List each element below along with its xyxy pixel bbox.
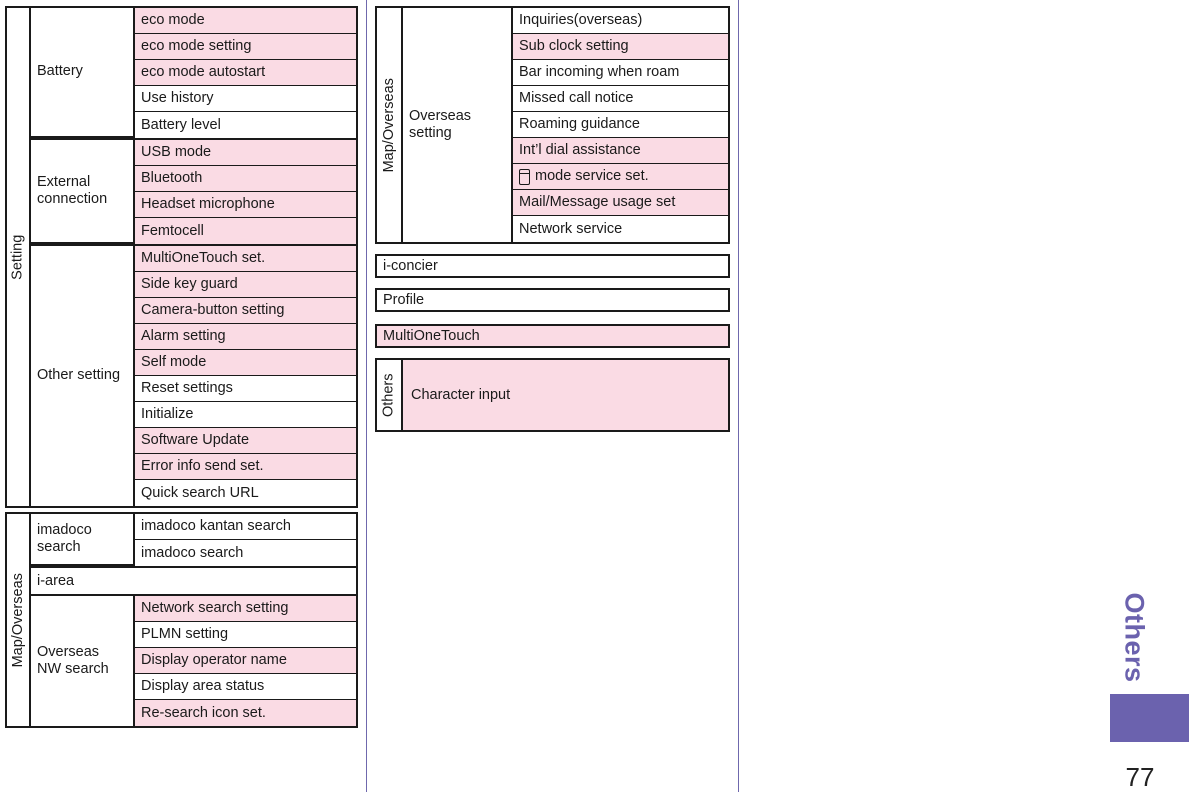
group-label-overseas-nw-search: Overseas NW search xyxy=(31,596,135,726)
table-row[interactable]: eco mode autostart xyxy=(135,60,356,86)
table-row[interactable]: Network search setting xyxy=(135,596,356,622)
table-row[interactable]: Inquiries(overseas) xyxy=(513,8,728,34)
table-row[interactable]: Display operator name xyxy=(135,648,356,674)
table-row[interactable]: Side key guard xyxy=(135,272,356,298)
column-rule-left xyxy=(366,0,367,792)
table-group-overseas-nw-search: Overseas NW search Network search settin… xyxy=(31,596,356,726)
table-group-external-connection: External connection USB mode Bluetooth H… xyxy=(31,140,356,246)
table-row[interactable]: Roaming guidance xyxy=(513,112,728,138)
chapter-label-map-overseas-text: Map/Overseas xyxy=(9,572,26,668)
group-label-other-setting: Other setting xyxy=(31,246,135,506)
table-row[interactable]: Error info send set. xyxy=(135,454,356,480)
table-row[interactable]: imadoco kantan search xyxy=(135,514,356,540)
chapter-label-others: Others xyxy=(377,360,403,430)
table-row-i-area[interactable]: i-area xyxy=(31,568,356,596)
chapter-label-map-overseas-right-text: Map/Overseas xyxy=(380,77,397,173)
table-row[interactable]: eco mode xyxy=(135,8,356,34)
table-group-imadoco-search: imadoco search imadoco kantan search ima… xyxy=(31,514,356,568)
chapter-label-setting-text: Setting xyxy=(9,234,26,280)
others-table: Others Character input xyxy=(375,358,730,432)
margin-chapter-tab xyxy=(1110,694,1189,742)
table-row[interactable]: Battery level xyxy=(135,112,356,138)
table-row-profile[interactable]: Profile xyxy=(375,288,730,312)
table-row[interactable]: Sub clock setting xyxy=(513,34,728,60)
table-row[interactable]: eco mode setting xyxy=(135,34,356,60)
group-label-imadoco-search: imadoco search xyxy=(31,514,135,566)
table-row[interactable]: Network service xyxy=(513,216,728,242)
table-row-multionetouch[interactable]: MultiOneTouch xyxy=(375,324,730,348)
table-row[interactable]: Bluetooth xyxy=(135,166,356,192)
overseas-setting-table: Map/Overseas Overseas setting Inquiries(… xyxy=(375,6,730,244)
table-row-label: mode service set. xyxy=(535,168,649,185)
table-group-other-setting: Other setting MultiOneTouch set. Side ke… xyxy=(31,246,356,506)
chapter-label-setting: Setting xyxy=(7,8,31,506)
page-number: 77 xyxy=(1125,762,1155,792)
table-row[interactable]: Int’l dial assistance xyxy=(513,138,728,164)
table-row[interactable]: Bar incoming when roam xyxy=(513,60,728,86)
table-row[interactable]: MultiOneTouch set. xyxy=(135,246,356,272)
column-rule-right xyxy=(738,0,739,792)
table-row[interactable]: imadoco search xyxy=(135,540,356,566)
table-row[interactable]: Reset settings xyxy=(135,376,356,402)
table-row[interactable]: Software Update xyxy=(135,428,356,454)
table-row[interactable]: Initialize xyxy=(135,402,356,428)
imode-icon xyxy=(518,168,531,185)
table-row[interactable]: PLMN setting xyxy=(135,622,356,648)
table-row-i-concier[interactable]: i-concier xyxy=(375,254,730,278)
table-row[interactable]: Missed call notice xyxy=(513,86,728,112)
table-row[interactable]: Use history xyxy=(135,86,356,112)
table-row[interactable]: Re-search icon set. xyxy=(135,700,356,726)
chapter-label-others-text: Others xyxy=(380,373,397,417)
table-row[interactable]: USB mode xyxy=(135,140,356,166)
chapter-label-map-overseas: Map/Overseas xyxy=(7,514,31,726)
table-row[interactable]: Alarm setting xyxy=(135,324,356,350)
table-row[interactable]: Headset microphone xyxy=(135,192,356,218)
margin-chapter-label: Others xyxy=(1104,582,1164,692)
group-label-overseas-setting: Overseas setting xyxy=(403,8,513,242)
table-row[interactable]: Femtocell xyxy=(135,218,356,244)
table-row-label: i-area xyxy=(31,568,356,594)
table-row[interactable]: Display area status xyxy=(135,674,356,700)
overseas-setting-rows: Inquiries(overseas) Sub clock setting Ba… xyxy=(513,8,728,242)
map-overseas-table: Map/Overseas imadoco search imadoco kant… xyxy=(5,512,358,728)
table-row[interactable]: Mail/Message usage set xyxy=(513,190,728,216)
setting-table: Setting Battery eco mode eco mode settin… xyxy=(5,6,358,508)
setting-table-body: Battery eco mode eco mode setting eco mo… xyxy=(31,8,356,506)
table-row[interactable]: Camera-button setting xyxy=(135,298,356,324)
table-row[interactable]: Self mode xyxy=(135,350,356,376)
group-label-external-connection: External connection xyxy=(31,140,135,244)
table-row[interactable]: Quick search URL xyxy=(135,480,356,506)
table-group-battery: Battery eco mode eco mode setting eco mo… xyxy=(31,8,356,140)
group-label-battery: Battery xyxy=(31,8,135,138)
map-overseas-table-body: imadoco search imadoco kantan search ima… xyxy=(31,514,356,726)
margin-chapter-label-text: Others xyxy=(1119,591,1150,683)
table-row-character-input[interactable]: Character input xyxy=(403,360,728,430)
table-row-imode-service[interactable]: mode service set. xyxy=(513,164,728,190)
chapter-label-map-overseas-right: Map/Overseas xyxy=(377,8,403,242)
table-row-label: Character input xyxy=(411,387,511,403)
